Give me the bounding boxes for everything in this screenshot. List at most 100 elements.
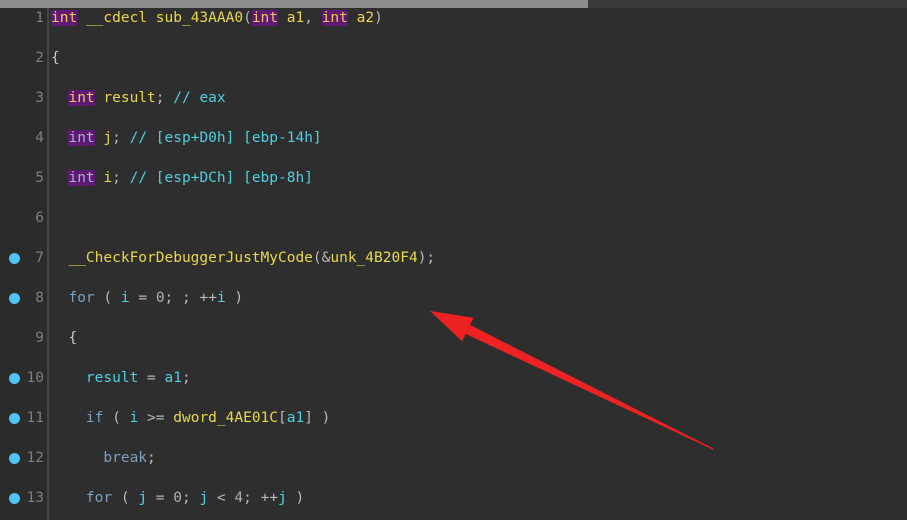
code-line-text[interactable]: if ( i >= dword_4AE01C[a1] ) bbox=[51, 408, 331, 428]
code-token: ( bbox=[112, 490, 139, 506]
code-token: ; bbox=[112, 130, 130, 146]
code-line-text[interactable]: int j; // [esp+D0h] [ebp-14h] bbox=[51, 128, 322, 148]
code-line[interactable]: 4 int j; // [esp+D0h] [ebp-14h] bbox=[0, 128, 907, 148]
code-token: if bbox=[85, 410, 104, 426]
line-number: 2 bbox=[35, 50, 44, 66]
code-token: ; bbox=[155, 90, 174, 106]
code-token: int bbox=[321, 10, 348, 26]
line-number: 12 bbox=[26, 450, 44, 466]
code-token: i bbox=[120, 290, 130, 306]
code-token: __cdecl sub_43AAA0 bbox=[85, 10, 244, 26]
horizontal-scrollbar-track[interactable] bbox=[0, 0, 907, 8]
code-token: < bbox=[208, 490, 235, 506]
code-line[interactable]: 7 __CheckForDebuggerJustMyCode(&unk_4B20… bbox=[0, 248, 907, 268]
code-token: i bbox=[216, 290, 226, 306]
line-number: 9 bbox=[35, 330, 44, 346]
code-token: int bbox=[68, 170, 95, 186]
pseudocode-window: 1 int __cdecl sub_43AAA0(int a1, int a2) 2… bbox=[0, 0, 907, 520]
code-editor[interactable]: 1 int __cdecl sub_43AAA0(int a1, int a2) 2… bbox=[0, 8, 907, 520]
code-line[interactable]: 13 for ( j = 0; j < 4; ++j ) bbox=[0, 488, 907, 508]
code-token: j bbox=[278, 490, 287, 506]
code-token: ; bbox=[182, 490, 200, 506]
code-token: = bbox=[138, 370, 165, 386]
code-line-text[interactable]: for ( i = 0; ; ++i ) bbox=[51, 288, 243, 308]
code-line-text[interactable]: break; bbox=[51, 448, 155, 468]
code-lines-container: 1 int __cdecl sub_43AAA0(int a1, int a2) 2… bbox=[0, 8, 907, 520]
code-token: >= bbox=[138, 410, 174, 426]
code-line-text[interactable]: __CheckForDebuggerJustMyCode(&unk_4B20F4… bbox=[51, 248, 435, 268]
code-token: ) bbox=[286, 490, 305, 506]
code-token: , bbox=[304, 10, 322, 26]
code-token: a1 bbox=[286, 10, 305, 26]
code-token: unk_4B20F4 bbox=[330, 250, 418, 266]
code-token: ; ++ bbox=[243, 490, 279, 506]
code-line-text[interactable]: { bbox=[51, 48, 60, 68]
code-token: j bbox=[103, 130, 113, 146]
code-token: // eax bbox=[173, 90, 226, 106]
code-token: int bbox=[51, 10, 78, 26]
code-token: ; bbox=[181, 370, 191, 386]
code-token: int bbox=[251, 10, 279, 26]
code-token: 0 bbox=[155, 290, 165, 306]
horizontal-scrollbar-thumb[interactable] bbox=[0, 0, 588, 8]
line-number: 5 bbox=[35, 170, 44, 186]
code-token: dword_4AE01C bbox=[173, 410, 279, 426]
line-number: 13 bbox=[26, 490, 44, 506]
code-line[interactable]: 2{ bbox=[0, 48, 907, 68]
code-line[interactable]: 9 { bbox=[0, 328, 907, 348]
code-line-text[interactable]: { bbox=[51, 328, 77, 348]
code-token: int bbox=[68, 90, 95, 106]
code-token: // [esp+D0h] [ebp-14h] bbox=[129, 130, 322, 146]
code-token: result bbox=[85, 370, 139, 386]
code-token: break bbox=[103, 450, 148, 466]
code-token: = bbox=[129, 290, 156, 306]
code-token: 4 bbox=[234, 490, 244, 506]
code-line-text[interactable]: int __cdecl sub_43AAA0(int a1, int a2) bbox=[51, 8, 383, 28]
code-line[interactable]: 8 for ( i = 0; ; ++i ) bbox=[0, 288, 907, 308]
code-line-text[interactable]: int result; // eax bbox=[51, 88, 226, 108]
code-token: 0 bbox=[173, 490, 182, 506]
code-token: ( bbox=[94, 290, 121, 306]
code-token: i bbox=[103, 170, 113, 186]
code-line[interactable]: 12 break; bbox=[0, 448, 907, 468]
code-token: for bbox=[85, 490, 113, 506]
code-token: a2 bbox=[356, 10, 375, 26]
code-token: for bbox=[68, 290, 95, 306]
code-token: { bbox=[51, 330, 78, 346]
code-token: __CheckForDebuggerJustMyCode bbox=[68, 250, 313, 266]
line-number: 3 bbox=[35, 90, 44, 106]
code-token: ) bbox=[225, 290, 244, 306]
code-line-text[interactable]: for ( j = 0; j < 4; ++j ) bbox=[51, 488, 304, 508]
code-token: a1 bbox=[164, 370, 182, 386]
code-line[interactable]: 11 if ( i >= dword_4AE01C[a1] ) bbox=[0, 408, 907, 428]
code-token: int bbox=[68, 130, 95, 146]
code-line[interactable]: 10 result = a1; bbox=[0, 368, 907, 388]
line-number: 4 bbox=[35, 130, 44, 146]
code-line-text[interactable]: result = a1; bbox=[51, 368, 191, 388]
code-token: ( bbox=[243, 10, 252, 26]
line-number: 1 bbox=[35, 10, 44, 26]
code-token: ( bbox=[103, 410, 130, 426]
code-token: = bbox=[147, 490, 174, 506]
code-line-text[interactable]: int i; // [esp+DCh] [ebp-8h] bbox=[51, 168, 313, 188]
code-token: ) bbox=[374, 10, 383, 26]
code-token: ] ) bbox=[304, 410, 331, 426]
code-token: a1 bbox=[286, 410, 305, 426]
code-line[interactable]: 6 bbox=[0, 208, 907, 228]
code-line[interactable]: 5 int i; // [esp+DCh] [ebp-8h] bbox=[0, 168, 907, 188]
code-token: ); bbox=[417, 250, 436, 266]
code-token: ; ; ++ bbox=[164, 290, 217, 306]
code-line[interactable]: 3 int result; // eax bbox=[0, 88, 907, 108]
code-token: result bbox=[103, 90, 156, 106]
code-line[interactable]: 1 int __cdecl sub_43AAA0(int a1, int a2) bbox=[0, 8, 907, 28]
